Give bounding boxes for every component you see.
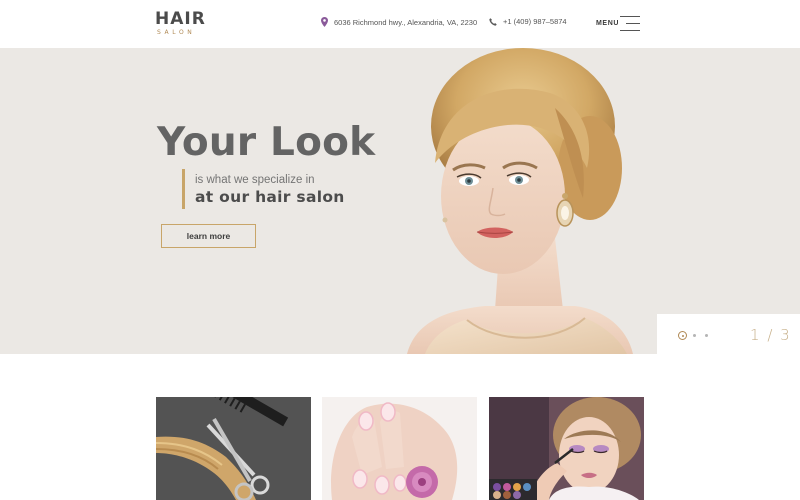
hero-subtitle-line2: at our hair salon [195, 188, 345, 206]
address-info: 6036 Richmond hwy., Alexandria, VA, 2230 [321, 17, 477, 27]
address-text: 6036 Richmond hwy., Alexandria, VA, 2230 [334, 17, 478, 27]
hero-title: Your Look [157, 120, 376, 165]
hamburger-menu-icon[interactable] [620, 15, 640, 32]
site-header: HAIR SALON 6036 Richmond hwy., Alexandri… [0, 0, 800, 48]
map-pin-icon [321, 17, 328, 27]
logo-subtext: SALON [157, 29, 196, 36]
slide-separator: / [767, 326, 773, 344]
makeup-model-image [489, 397, 644, 500]
slider-dot-3[interactable] [705, 334, 708, 337]
slide-current: 1 [750, 326, 760, 344]
hero-slider: Your Look is what we specialize in at ou… [0, 48, 800, 354]
model-portrait-image [407, 48, 633, 354]
accent-bar [182, 169, 185, 209]
learn-more-button[interactable]: learn more [161, 224, 256, 248]
logo[interactable]: HAIR SALON [155, 10, 205, 38]
slider-dot-2[interactable] [693, 334, 696, 337]
hero-subtitle-line1: is what we specialize in [195, 174, 315, 186]
service-card-nails[interactable] [322, 397, 477, 500]
phone-icon [489, 17, 497, 26]
hair-scissors-comb-image [156, 397, 311, 500]
service-card-hair[interactable] [156, 397, 311, 500]
phone-info[interactable]: +1 (409) 987–5874 [489, 17, 567, 26]
slider-dot-1[interactable] [678, 331, 687, 340]
phone-text: +1 (409) 987–5874 [503, 17, 567, 26]
slide-counter: 1 / 3 [750, 326, 790, 344]
logo-text: HAIR [155, 9, 206, 29]
slider-controls: 1 / 3 [657, 314, 800, 354]
service-card-makeup[interactable] [489, 397, 644, 500]
manicure-nails-image [322, 397, 477, 500]
slide-total: 3 [780, 326, 790, 344]
menu-label[interactable]: MENU [596, 20, 619, 27]
